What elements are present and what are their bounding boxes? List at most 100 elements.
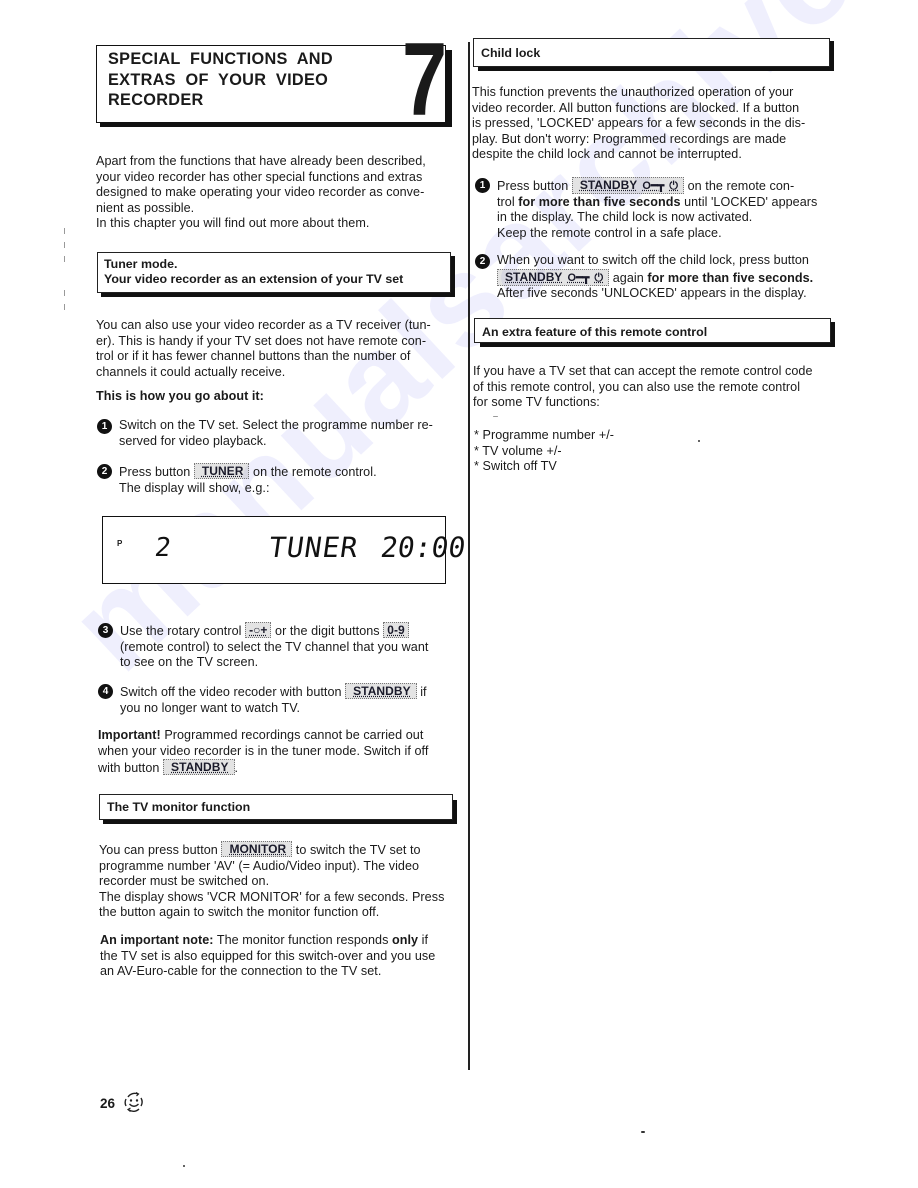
text-line: the TV set is also equipped for this swi… bbox=[100, 948, 436, 963]
standby-lock-button: STANDBY O━┳ ⏻ bbox=[497, 268, 610, 286]
child-lock-step-1: 1 Press button STANDBY O━┳ ⏻ on the remote… bbox=[475, 177, 867, 241]
power-icon: ⏻ bbox=[594, 271, 604, 284]
display-programme-number: 2 bbox=[152, 533, 175, 563]
button-label: STANDBY bbox=[505, 269, 563, 284]
standby-button: STANDBY bbox=[345, 683, 417, 699]
power-icon: ⏻ bbox=[669, 180, 679, 192]
standby-lock-button: STANDBY O━┳ ⏻ bbox=[571, 177, 685, 194]
text-line: Keep the remote control in a safe place. bbox=[497, 225, 722, 240]
text-line: The display shows 'VCR MONITOR' for a fe… bbox=[99, 889, 445, 904]
digit-buttons: 0-9 bbox=[383, 622, 409, 638]
text-span: for more than five seconds. bbox=[647, 270, 814, 285]
text-line: with button STANDBY. bbox=[98, 759, 458, 777]
text-span: on the remote control. bbox=[253, 465, 377, 479]
intro-paragraph: Apart from the functions that have alrea… bbox=[96, 154, 456, 232]
tuner-step-1: 1 Switch on the TV set. Select the progr… bbox=[97, 418, 479, 449]
step-number-badge: 1 bbox=[97, 419, 112, 434]
text-line: for some TV functions: bbox=[473, 395, 600, 410]
text-span: for more than five seconds bbox=[518, 194, 681, 209]
speck bbox=[183, 1165, 185, 1167]
text-line: recorder must be switched on. bbox=[99, 874, 270, 889]
text-span: Press button bbox=[119, 465, 191, 479]
list-item: * TV volume +/- bbox=[474, 443, 562, 458]
text-span: only bbox=[391, 933, 419, 947]
section-title-monitor: The TV monitor function bbox=[107, 800, 251, 814]
key-icon: O━┳ bbox=[567, 271, 590, 284]
text-span: if bbox=[420, 685, 427, 699]
step-number-badge: 2 bbox=[97, 464, 112, 479]
text-line: channels it could actually receive. bbox=[96, 364, 286, 379]
tuner-paragraph: You can also use your video recorder as … bbox=[96, 318, 456, 380]
text-span: if bbox=[418, 933, 429, 947]
text-line: your video recorder has other special fu… bbox=[96, 169, 423, 184]
how-to-heading: This is how you go about it: bbox=[96, 389, 264, 403]
text-line: video recorder. All button functions are… bbox=[472, 100, 800, 115]
important-label: Important! bbox=[98, 728, 161, 742]
button-label: STANDBY bbox=[579, 178, 638, 192]
chapter-number: 7 bbox=[402, 22, 447, 138]
text-line: An important note: The monitor function … bbox=[100, 933, 460, 949]
text-line: You can also use your video recorder as … bbox=[96, 318, 431, 332]
margin-mark bbox=[64, 228, 65, 264]
smiley-face-icon bbox=[124, 1091, 143, 1112]
text-line: despite the child lock and cannot be int… bbox=[472, 147, 742, 162]
text-line: Use the rotary control -○+ or the digit … bbox=[120, 622, 480, 640]
chapter-title-line: SPECIAL FUNCTIONS AND bbox=[108, 50, 333, 68]
text-line: the button again to switch the monitor f… bbox=[99, 905, 380, 920]
section-title-line: Your video recorder as an extension of y… bbox=[104, 272, 404, 286]
tuner-step-2: 2 Press button TUNER on the remote contr… bbox=[97, 463, 479, 496]
page-number: 26 bbox=[100, 1096, 116, 1111]
chapter-title: SPECIAL FUNCTIONS AND EXTRAS OF YOUR VID… bbox=[108, 49, 388, 111]
text-span: Use the rotary control bbox=[120, 624, 242, 638]
section-title-child-lock: Child lock bbox=[481, 46, 541, 60]
tv-functions-list: * Programme number +/- * TV volume +/- *… bbox=[474, 428, 774, 475]
text-span: . bbox=[234, 761, 239, 776]
list-item: * Switch off TV bbox=[474, 459, 557, 474]
text-line: STANDBY O━┳ ⏻ again for more than five sec… bbox=[497, 268, 867, 287]
text-line: After five seconds 'UNLOCKED' appears in… bbox=[497, 286, 807, 301]
display-mode-text: TUNER bbox=[266, 531, 361, 564]
standby-button: STANDBY bbox=[163, 759, 235, 776]
text-span: Switch off the video recoder with button bbox=[120, 685, 342, 699]
note-label: An important note: bbox=[100, 933, 214, 947]
display-time: 20:00 bbox=[378, 531, 468, 564]
text-line: served for video playback. bbox=[119, 433, 267, 448]
text-line: trol for more than five seconds until 'L… bbox=[497, 195, 867, 211]
text-span: to switch the TV set to bbox=[295, 843, 421, 857]
text-line: of this remote control, you can also use… bbox=[473, 379, 801, 394]
text-line: an AV-Euro-cable for the connection to t… bbox=[100, 964, 382, 979]
margin-mark bbox=[64, 290, 65, 312]
text-line: play. But don't worry: Programmed record… bbox=[472, 131, 787, 146]
text-line: Switch off the video recoder with button… bbox=[120, 683, 490, 701]
step-number-badge: 2 bbox=[475, 254, 490, 269]
section-title-line: Tuner mode. bbox=[104, 257, 178, 271]
text-line: Important! Programmed recordings cannot … bbox=[98, 728, 458, 744]
section-title-extra-feature: An extra feature of this remote control bbox=[482, 325, 708, 339]
text-line: If you have a TV set that can accept the… bbox=[473, 364, 813, 378]
text-line: er). This is handy if your TV set does n… bbox=[96, 333, 427, 348]
text-line: In this chapter you will find out more a… bbox=[96, 216, 370, 231]
text-line: nient as possible. bbox=[96, 200, 195, 215]
text-line: when your video recorder is in the tuner… bbox=[98, 743, 429, 758]
step-number-badge: 4 bbox=[98, 684, 113, 699]
step-number-badge: 3 bbox=[98, 623, 113, 638]
text-span: Press button bbox=[497, 179, 569, 193]
text-line: in the display. The child lock is now ac… bbox=[497, 210, 753, 225]
text-line: trol or if it has fewer channel buttons … bbox=[96, 349, 411, 364]
tuner-step-3: 3 Use the rotary control -○+ or the digi… bbox=[98, 622, 480, 671]
text-line: is pressed, 'LOCKED' appears for a few s… bbox=[472, 116, 806, 131]
child-lock-paragraph: This function prevents the unauthorized … bbox=[472, 85, 842, 163]
monitor-paragraph: You can press button MONITOR to switch t… bbox=[99, 841, 459, 921]
tuner-step-4: 4 Switch off the video recoder with butt… bbox=[98, 683, 490, 716]
text-line: programme number 'AV' (= Audio/Video inp… bbox=[99, 858, 420, 873]
text-line: (remote control) to select the TV channe… bbox=[120, 639, 429, 654]
text-line: you no longer want to watch TV. bbox=[120, 700, 301, 715]
speck bbox=[698, 440, 700, 442]
speck bbox=[493, 416, 498, 417]
tuner-button: TUNER bbox=[193, 463, 250, 479]
text-span: The monitor function responds bbox=[213, 933, 392, 947]
list-item: * Programme number +/- bbox=[474, 428, 615, 442]
text-span: or the digit buttons bbox=[275, 624, 380, 638]
text-span: until 'LOCKED' appears bbox=[680, 194, 818, 209]
rotary-control-button: -○+ bbox=[245, 622, 272, 638]
